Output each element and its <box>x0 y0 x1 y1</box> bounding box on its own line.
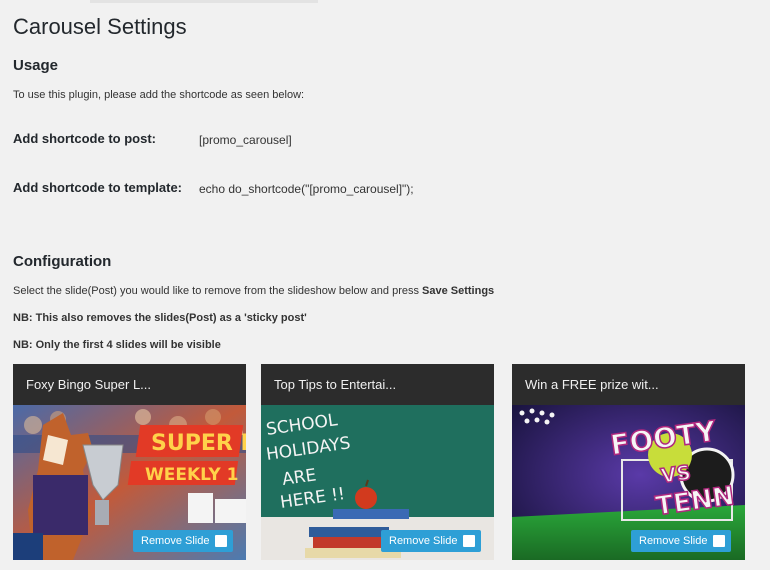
slide-card-3: Win a FREE prize wit... FOOTY VS TENN Re… <box>512 364 745 560</box>
slide-image-text-2: VS <box>659 460 692 488</box>
configuration-instruction: Select the slide(Post) you would like to… <box>13 285 494 297</box>
template-shortcode-label: Add shortcode to template: <box>13 180 183 195</box>
post-shortcode-label: Add shortcode to post: <box>13 131 156 146</box>
page-title: Carousel Settings <box>13 14 187 39</box>
slide-card-2: Top Tips to Entertai... SCHOOL HOLIDAYS … <box>261 364 494 560</box>
template-shortcode-value: echo do_shortcode("[promo_carousel]"); <box>199 182 414 196</box>
slide-title: Win a FREE prize wit... <box>512 364 745 405</box>
remove-slide-button[interactable]: Remove Slide <box>631 530 732 552</box>
slide-title: Foxy Bingo Super L... <box>13 364 246 405</box>
slide-image-text-1: SUPER L <box>151 431 246 456</box>
slide-title: Top Tips to Entertai... <box>261 364 494 405</box>
post-shortcode-value: [promo_carousel] <box>199 133 292 147</box>
note-first-four: NB: Only the first 4 slides will be visi… <box>13 339 221 351</box>
remove-slide-checkbox[interactable] <box>215 535 228 547</box>
usage-intro: To use this plugin, please add the short… <box>13 89 305 101</box>
configuration-heading: Configuration <box>13 253 112 270</box>
remove-slide-checkbox[interactable] <box>463 535 476 547</box>
usage-heading: Usage <box>13 57 59 74</box>
slide-card-1: Foxy Bingo Super L... SUPER L WEEKLY 1 R… <box>13 364 246 560</box>
note-sticky-post: NB: This also removes the slides(Post) a… <box>13 312 307 324</box>
top-scrollbar <box>90 0 318 3</box>
remove-slide-label: Remove Slide <box>639 535 708 547</box>
slide-image-text-2: WEEKLY 1 <box>145 465 238 485</box>
instruction-text: Select the slide(Post) you would like to… <box>13 285 423 297</box>
instruction-bold: Save Settings <box>422 285 495 297</box>
remove-slide-checkbox[interactable] <box>713 535 726 547</box>
remove-slide-label: Remove Slide <box>141 535 210 547</box>
remove-slide-button[interactable]: Remove Slide <box>381 530 482 552</box>
remove-slide-button[interactable]: Remove Slide <box>133 530 234 552</box>
remove-slide-label: Remove Slide <box>389 535 458 547</box>
